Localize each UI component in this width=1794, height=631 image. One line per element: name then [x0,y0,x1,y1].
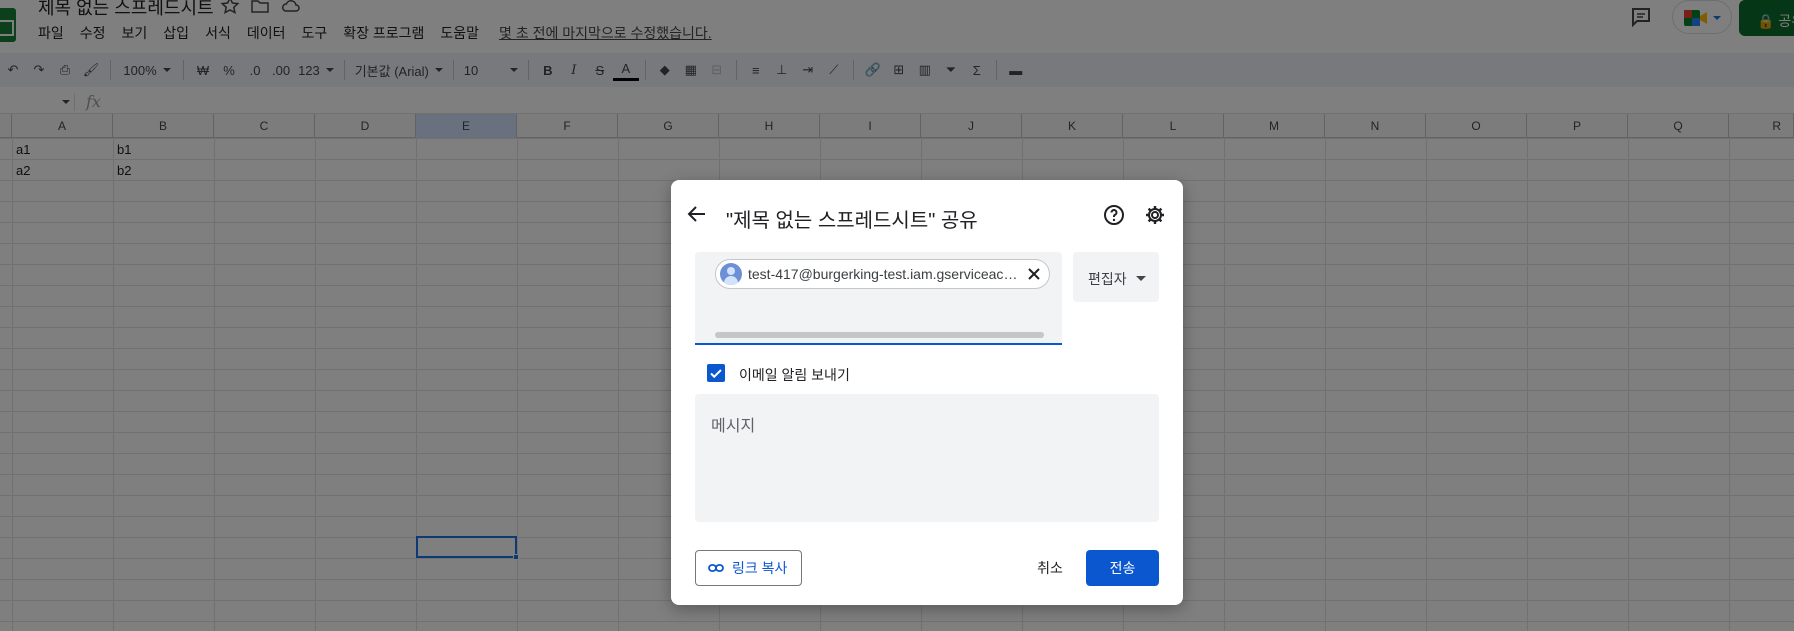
notify-checkbox[interactable] [707,364,725,382]
link-icon [708,564,724,572]
dialog-title: "제목 없는 스프레드시트" 공유 [726,210,978,232]
role-dropdown[interactable]: 편집자 [1073,252,1159,302]
avatar [720,263,742,285]
back-arrow-icon[interactable] [685,202,709,226]
gear-icon[interactable] [1144,204,1166,226]
share-dialog: "제목 없는 스프레드시트" 공유 test-417@burgerking-te… [671,180,1183,605]
message-placeholder: 메시지 [711,418,756,435]
role-value: 편집자 [1088,271,1127,287]
close-icon[interactable] [1026,266,1042,282]
copy-link-button[interactable]: 링크 복사 [695,550,802,586]
checkmark-icon [710,369,722,379]
cancel-button[interactable]: 취소 [1016,550,1084,586]
copy-link-label: 링크 복사 [732,560,788,576]
chevron-down-icon [1136,276,1146,281]
recipient-email: test-417@burgerking-test.iam.gserviceacc… [748,266,1020,282]
recipient-chip[interactable]: test-417@burgerking-test.iam.gserviceacc… [715,259,1050,289]
recipient-input[interactable]: test-417@burgerking-test.iam.gserviceacc… [695,252,1062,345]
message-textarea[interactable]: 메시지 [695,394,1159,522]
help-icon[interactable] [1103,204,1125,226]
send-button[interactable]: 전송 [1086,550,1159,586]
horizontal-scrollbar[interactable] [715,332,1044,338]
notify-label: 이메일 알림 보내기 [739,367,850,383]
